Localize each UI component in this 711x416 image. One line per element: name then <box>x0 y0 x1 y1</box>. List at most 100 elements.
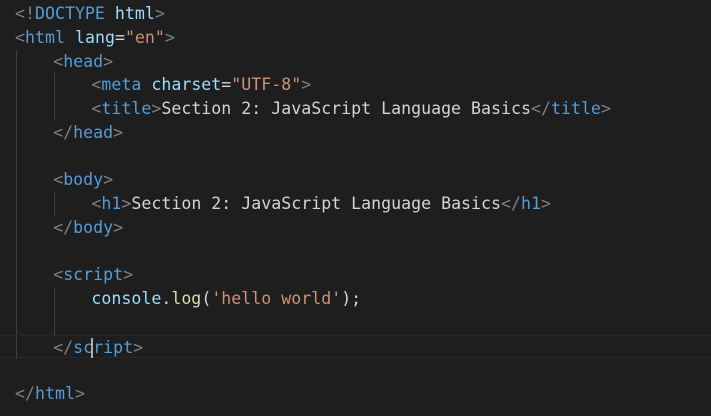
code-token: > <box>103 51 114 71</box>
text-cursor <box>91 337 94 358</box>
code-line[interactable]: </html> <box>0 382 711 406</box>
code-token: </ <box>53 122 74 142</box>
code-token: </ <box>53 217 74 237</box>
indent-guide <box>16 97 17 121</box>
code-token: > <box>164 27 175 47</box>
code-token: html <box>114 4 155 23</box>
code-token: </ <box>15 384 35 403</box>
code-token: < <box>53 51 64 71</box>
code-line[interactable] <box>0 358 711 382</box>
code-token: > <box>600 99 611 118</box>
code-token: meta <box>101 75 142 95</box>
indent-guide <box>16 73 17 97</box>
code-line[interactable]: <meta charset="UTF-8"> <box>0 73 711 97</box>
code-line[interactable]: <html lang="en"> <box>0 26 711 50</box>
code-text: <script> <box>53 263 133 287</box>
code-text: console.log('hello world'); <box>91 287 361 311</box>
code-line[interactable]: <script> <box>0 263 711 287</box>
code-token: title <box>550 99 601 118</box>
code-text: </head> <box>53 121 123 145</box>
code-line[interactable]: </script> <box>0 334 711 360</box>
code-token: ); <box>341 289 362 308</box>
code-token: ( <box>201 289 212 308</box>
code-text: <body> <box>53 168 113 192</box>
code-token: > <box>151 99 162 118</box>
code-token: > <box>113 122 124 142</box>
code-token: < <box>53 265 64 285</box>
code-token: title <box>101 99 152 118</box>
indent-guide <box>54 97 56 121</box>
code-token: body <box>73 217 114 237</box>
code-token: < <box>91 75 102 95</box>
indent-guide <box>16 192 17 216</box>
code-token: log <box>171 289 202 308</box>
indent-guide <box>16 287 17 311</box>
code-token: > <box>121 194 132 213</box>
code-line[interactable] <box>0 239 711 264</box>
code-text: <meta charset="UTF-8"> <box>91 73 311 97</box>
code-token: script <box>73 337 134 357</box>
code-token: = <box>221 75 232 95</box>
code-token: > <box>301 75 312 95</box>
code-token: html <box>25 27 65 47</box>
code-text: <h1>Section 2: JavaScript Language Basic… <box>91 192 551 216</box>
code-token: html <box>34 384 75 403</box>
code-line[interactable]: <h1>Section 2: JavaScript Language Basic… <box>0 192 711 216</box>
code-token: "en" <box>124 27 165 47</box>
code-token: < <box>91 99 102 118</box>
code-token: console <box>91 289 162 308</box>
code-token: = <box>114 27 125 47</box>
indent-guide <box>54 192 56 216</box>
code-token: </ <box>530 99 551 118</box>
indent-guide <box>16 335 17 360</box>
code-line[interactable]: <head> <box>0 49 711 74</box>
code-token: > <box>123 265 134 285</box>
code-text: </body> <box>53 216 123 240</box>
code-line[interactable]: console.log('hello world'); <box>0 287 711 311</box>
code-token: script <box>63 265 124 285</box>
code-token: head <box>63 51 104 71</box>
code-token: 'hello world' <box>211 289 342 308</box>
indent-guide <box>54 310 56 335</box>
code-token: </ <box>501 194 521 213</box>
code-token: "UTF-8" <box>231 75 302 95</box>
code-token: < <box>91 194 102 213</box>
indent-guide <box>54 73 56 97</box>
indent-guide <box>16 310 17 335</box>
indent-guide <box>16 49 17 74</box>
code-line[interactable]: </body> <box>0 215 711 240</box>
code-token: > <box>103 170 114 190</box>
code-token: Section 2: JavaScript Language Basics <box>131 194 502 213</box>
code-line[interactable]: <!DOCTYPE html> <box>0 2 711 26</box>
code-line[interactable] <box>0 144 711 169</box>
code-editor[interactable]: <!DOCTYPE html> <html lang="en"> <head> <me… <box>0 0 711 416</box>
code-token: <! <box>15 4 35 23</box>
code-line[interactable]: <body> <box>0 168 711 192</box>
code-token: lang <box>74 27 115 47</box>
code-token: . <box>161 289 172 308</box>
code-token: h1 <box>101 194 122 213</box>
indent-guide <box>16 239 17 264</box>
code-token: Section 2: JavaScript Language Basics <box>161 99 531 118</box>
indent-guide <box>16 215 17 240</box>
code-token: </ <box>53 337 74 357</box>
code-line[interactable] <box>0 310 711 335</box>
code-token: < <box>53 170 64 190</box>
indent-guide <box>54 287 56 311</box>
indent-guide <box>16 144 17 169</box>
code-text: <title>Section 2: JavaScript Language Ba… <box>91 97 611 121</box>
indent-guide <box>16 120 17 145</box>
code-token: > <box>74 384 85 403</box>
code-line[interactable]: </head> <box>0 120 711 145</box>
indent-guide <box>16 263 17 287</box>
code-token: > <box>154 4 165 23</box>
code-token: < <box>15 27 25 47</box>
code-text: <!DOCTYPE html> <box>15 2 165 26</box>
code-text: </script> <box>53 336 143 360</box>
code-token: head <box>73 122 114 142</box>
code-line[interactable]: <title>Section 2: JavaScript Language Ba… <box>0 97 711 121</box>
code-token: charset <box>151 75 222 95</box>
